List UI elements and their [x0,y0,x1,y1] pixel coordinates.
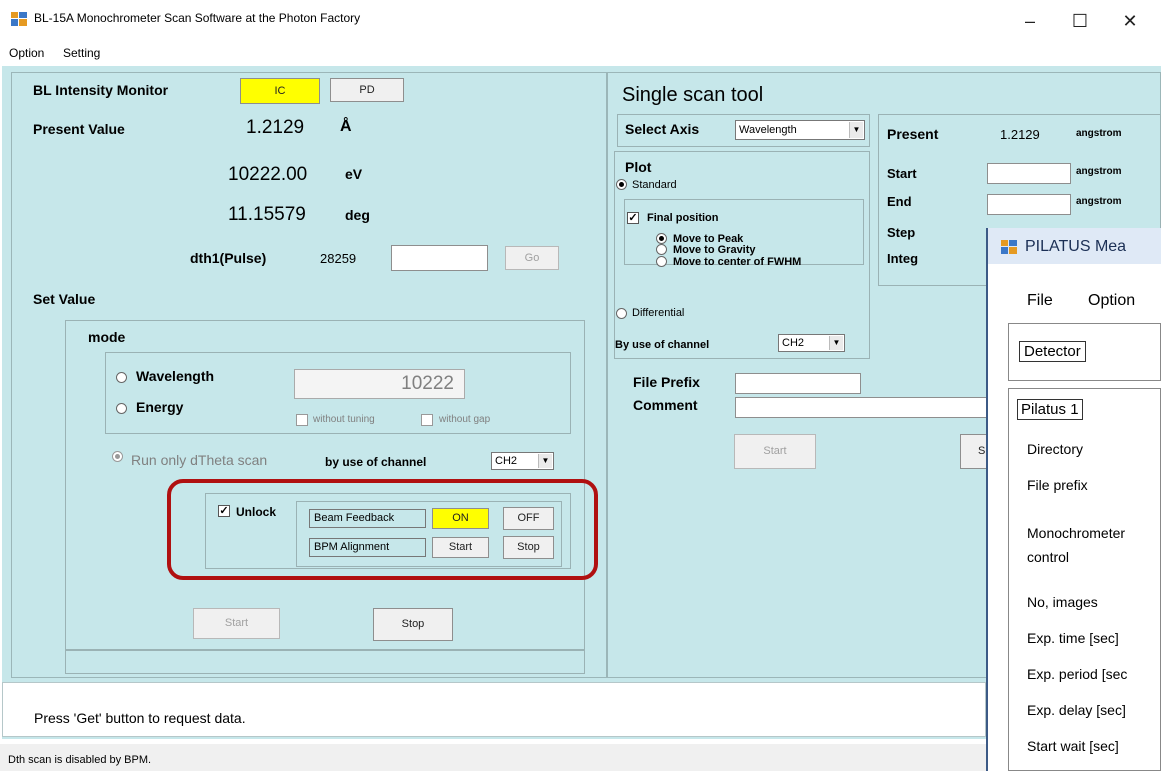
minimize-button[interactable]: – [1010,6,1050,36]
dth1-label: dth1(Pulse) [190,250,267,266]
mono-label-1: Monochrometer [1027,525,1126,541]
differential-label: Differential [632,307,685,319]
start-wait-label: Start wait [sec] [1027,738,1119,754]
comment-label: Comment [633,397,698,413]
message-text: Press 'Get' button to request data. [34,710,246,726]
no-images-label: No, images [1027,594,1098,610]
unit-deg: deg [345,207,370,223]
energy-radio[interactable] [116,403,127,414]
scan-present-label: Present [887,126,939,142]
scan-title: Single scan tool [622,84,764,106]
file-prefix-label: File Prefix [633,374,700,390]
scan-channel-value: CH2 [782,337,805,349]
wavelength-radio[interactable] [116,372,127,383]
directory-label: Directory [1027,441,1084,457]
stop-button[interactable]: Stop [373,608,453,641]
app-icon [11,12,27,26]
move-gravity-radio[interactable] [656,244,667,255]
scan-step-label: Step [887,225,916,240]
scan-present-unit: angstrom [1076,128,1122,139]
scan-integ-label: Integ [887,251,919,266]
comment-input[interactable] [735,397,995,418]
detector-label: Detector [1019,341,1086,362]
move-fwhm-label: Move to center of FWHM [673,256,802,268]
unit-ev: eV [345,166,363,182]
plot-label: Plot [625,159,652,175]
monitor-label: BL Intensity Monitor [33,82,169,98]
without-tuning-checkbox[interactable] [296,414,308,426]
wavelength-label: Wavelength [136,368,215,384]
status-text: Dth scan is disabled by BPM. [8,754,152,766]
scan-start-button[interactable]: Start [734,434,816,469]
energy-label: Energy [136,399,184,415]
standard-label: Standard [632,179,677,191]
file-prefix-input[interactable] [735,373,861,394]
axis-value: Wavelength [739,124,797,136]
exp-period-label: Exp. period [sec [1027,666,1128,682]
move-gravity-label: Move to Gravity [673,244,756,256]
scan-end-label: End [887,194,912,209]
mode-label: mode [88,329,126,345]
pilatus-titlebar: PILATUS Mea [988,230,1161,263]
menu-setting[interactable]: Setting [63,46,100,60]
file-prefix-pilatus-label: File prefix [1027,477,1088,493]
unit-angstrom: Å [340,118,352,135]
by-use-channel-label-scan: By use of channel [615,339,710,351]
chevron-down-icon: ▼ [829,336,843,350]
mono-label-2: control [1027,549,1070,565]
close-button[interactable]: ✕ [1110,6,1150,36]
highlight-annotation [167,479,598,580]
scan-start-label: Start [887,166,917,181]
run-dtheta-label: Run only dTheta scan [131,452,268,468]
window-title: BL-15A Monochrometer Scan Software at th… [34,11,361,25]
present-ev: 10222.00 [228,164,308,185]
by-use-channel-label: by use of channel [325,455,427,469]
channel-value: CH2 [495,455,518,467]
start-button[interactable]: Start [193,608,280,639]
dth1-value: 28259 [320,251,357,266]
pilatus1-label: Pilatus 1 [1017,399,1083,420]
move-fwhm-radio[interactable] [656,256,667,267]
scan-end-unit: angstrom [1076,196,1122,207]
ic-button[interactable]: IC [240,78,320,104]
pilatus-menu-option[interactable]: Option [1088,292,1135,310]
present-value-label: Present Value [33,121,125,137]
present-angstrom: 1.2129 [246,117,305,138]
scan-start-unit: angstrom [1076,166,1122,177]
scan-end-input[interactable] [987,194,1071,215]
title-bar: BL-15A Monochrometer Scan Software at th… [0,0,1161,42]
final-position-label: Final position [647,212,719,224]
exp-time-label: Exp. time [sec] [1027,630,1119,646]
set-value-footer [65,650,585,674]
pd-button[interactable]: PD [330,78,404,102]
present-deg: 11.15579 [228,204,306,225]
move-peak-radio[interactable] [656,233,667,244]
menu-bar [0,42,1161,66]
standard-radio[interactable] [616,179,627,190]
differential-radio[interactable] [616,308,627,319]
scan-start-input[interactable] [987,163,1071,184]
final-position-checkbox[interactable]: ✓ [627,212,639,224]
run-dtheta-radio[interactable] [112,451,123,462]
go-button[interactable]: Go [505,246,559,270]
maximize-button[interactable]: ☐ [1060,6,1100,36]
scan-present-value: 1.2129 [1000,127,1040,142]
pilatus-title: PILATUS Mea [1025,238,1127,255]
dth1-input[interactable] [391,245,488,271]
mode-input[interactable]: 10222 [294,369,465,399]
app-icon [1001,240,1017,254]
menu-option[interactable]: Option [9,46,44,60]
without-gap-checkbox[interactable] [421,414,433,426]
set-value-label: Set Value [33,291,96,307]
axis-select[interactable]: Wavelength ▼ [735,120,865,140]
pilatus-menu-file[interactable]: File [1027,292,1053,310]
without-tuning-label: without tuning [313,414,375,425]
channel-select[interactable]: CH2 ▼ [491,452,554,470]
scan-channel-select[interactable]: CH2 ▼ [778,334,845,352]
chevron-down-icon: ▼ [849,122,863,138]
select-axis-label: Select Axis [625,121,700,137]
without-gap-label: without gap [439,414,491,425]
exp-delay-label: Exp. delay [sec] [1027,702,1126,718]
chevron-down-icon: ▼ [538,454,552,468]
